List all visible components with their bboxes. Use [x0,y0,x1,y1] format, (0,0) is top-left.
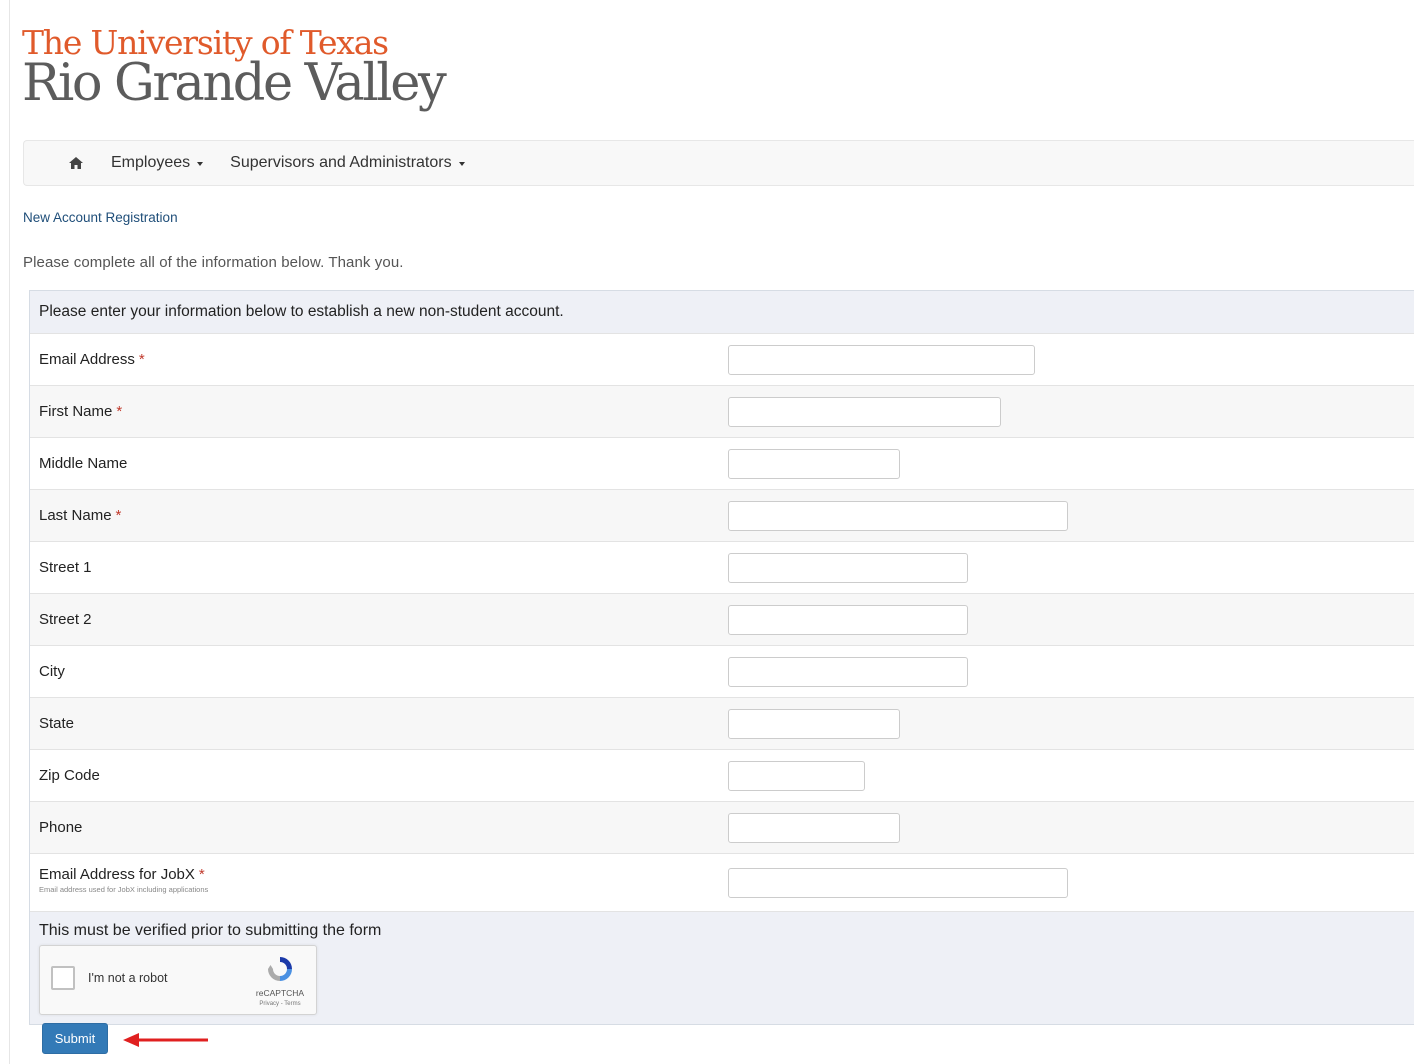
form-row-street2: Street 2 [30,594,1414,646]
breadcrumb-new-account-registration[interactable]: New Account Registration [23,210,178,225]
first-name-field[interactable] [728,396,1001,427]
required-marker: * [115,507,122,524]
intro-text: Please complete all of the information b… [23,254,404,271]
form-row-jobx-email: Email Address for JobX * Email address us… [30,854,1414,912]
form-row-city: City [30,646,1414,698]
phone-field[interactable] [728,812,900,843]
nav-supervisors-label: Supervisors and Administrators [230,154,452,171]
form-row-email: Email Address * [30,334,1414,386]
submit-button[interactable]: Submit [42,1023,108,1054]
street1-label: Street 1 [39,559,92,576]
jobx-email-field[interactable] [728,867,1068,898]
city-field[interactable] [728,656,968,687]
street2-field[interactable] [728,604,968,635]
street1-field[interactable] [728,552,968,583]
email-label: Email Address * [39,351,145,368]
form-heading: Please enter your information below to e… [30,291,1414,334]
phone-label: Phone [39,819,83,836]
required-marker: * [116,403,123,420]
street2-label: Street 2 [39,611,92,628]
form-row-last-name: Last Name * [30,490,1414,542]
zip-field[interactable] [728,760,865,791]
logo-line-rgv: Rio Grande Valley [22,54,447,113]
city-label: City [39,663,65,680]
email-field[interactable] [728,344,1035,375]
recaptcha-brand: reCAPTCHA [255,988,305,998]
middle-name-label: Middle Name [39,455,128,472]
form-row-zip: Zip Code [30,750,1414,802]
form-row-first-name: First Name * [30,386,1414,438]
recaptcha-logo-icon [265,954,295,984]
required-marker: * [198,866,205,883]
jobx-email-label: Email Address for JobX * Email address us… [39,866,209,894]
form-row-phone: Phone [30,802,1414,854]
nav-employees-dropdown[interactable]: Employees [111,154,204,172]
jobx-email-hint: Email address used for JobX including ap… [39,885,209,894]
last-name-field[interactable] [728,500,1068,531]
zip-label: Zip Code [39,767,100,784]
form-row-state: State [30,698,1414,750]
form-row-middle-name: Middle Name [30,438,1414,490]
chevron-down-icon [197,162,204,166]
form-row-street1: Street 1 [30,542,1414,594]
main-navbar: Employees Supervisors and Administrators [23,140,1414,186]
nav-supervisors-dropdown[interactable]: Supervisors and Administrators [230,154,465,172]
page-left-border [9,0,10,1064]
state-label: State [39,715,75,732]
recaptcha-widget: I'm not a robot reCAPTCHA Privacy - Term… [39,945,317,1015]
red-arrow-annotation [123,1033,208,1047]
first-name-label: First Name * [39,403,123,420]
verification-section: This must be verified prior to submittin… [30,912,1414,1024]
recaptcha-checkbox[interactable] [51,966,75,990]
chevron-down-icon [458,162,465,166]
registration-form-panel: Please enter your information below to e… [29,290,1414,1025]
state-field[interactable] [728,708,900,739]
required-marker: * [138,351,145,368]
middle-name-field[interactable] [728,448,900,479]
home-icon[interactable] [67,154,85,172]
verify-title: This must be verified prior to submittin… [39,922,382,939]
last-name-label: Last Name * [39,507,122,524]
recaptcha-terms-link[interactable]: Privacy - Terms [252,1001,308,1007]
recaptcha-label: I'm not a robot [88,971,168,985]
utrgv-logo[interactable]: The University of Texas Rio Grande Valle… [22,24,447,113]
nav-employees-label: Employees [111,154,191,171]
